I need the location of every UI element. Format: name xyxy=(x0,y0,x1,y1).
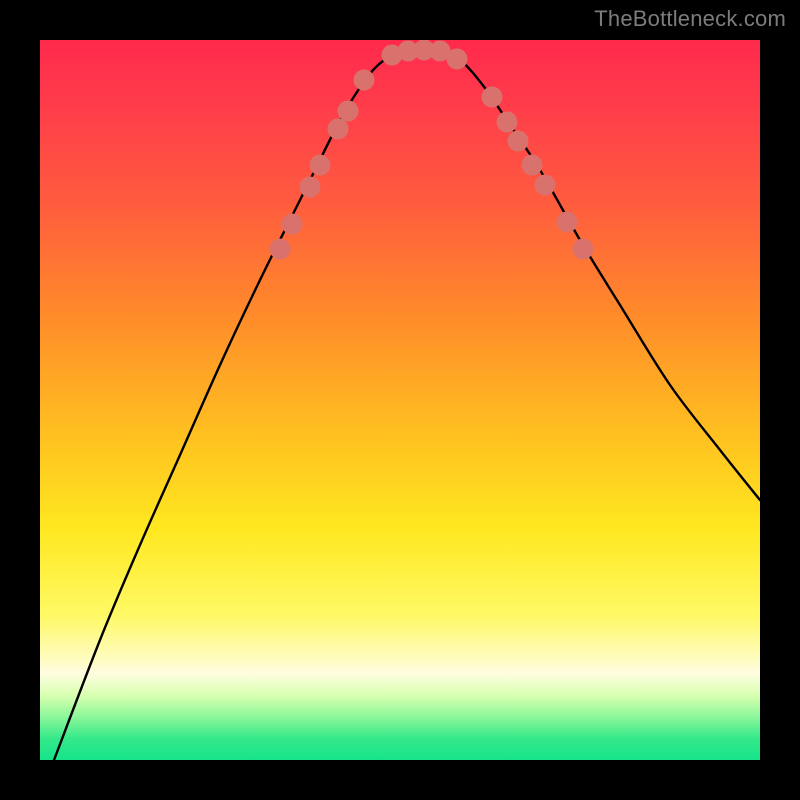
chart-stage: TheBottleneck.com xyxy=(0,0,800,800)
watermark-text: TheBottleneck.com xyxy=(594,6,786,32)
marker-dot xyxy=(270,239,291,260)
marker-dot xyxy=(497,112,518,133)
marker-dot xyxy=(447,49,468,70)
marker-dot xyxy=(557,212,578,233)
marker-dot xyxy=(300,177,321,198)
marker-dot xyxy=(573,239,594,260)
marker-dot xyxy=(282,214,303,235)
marker-dot xyxy=(354,70,375,91)
marker-dot xyxy=(522,155,543,176)
marker-dot xyxy=(310,155,331,176)
plot-area xyxy=(40,40,760,760)
marker-dot xyxy=(482,87,503,108)
curve-layer xyxy=(40,40,760,760)
marker-dot xyxy=(508,131,529,152)
marker-dot xyxy=(338,101,359,122)
bottleneck-curve xyxy=(54,48,760,760)
marker-dot xyxy=(535,175,556,196)
marker-dot xyxy=(328,119,349,140)
marker-dots xyxy=(270,40,594,260)
